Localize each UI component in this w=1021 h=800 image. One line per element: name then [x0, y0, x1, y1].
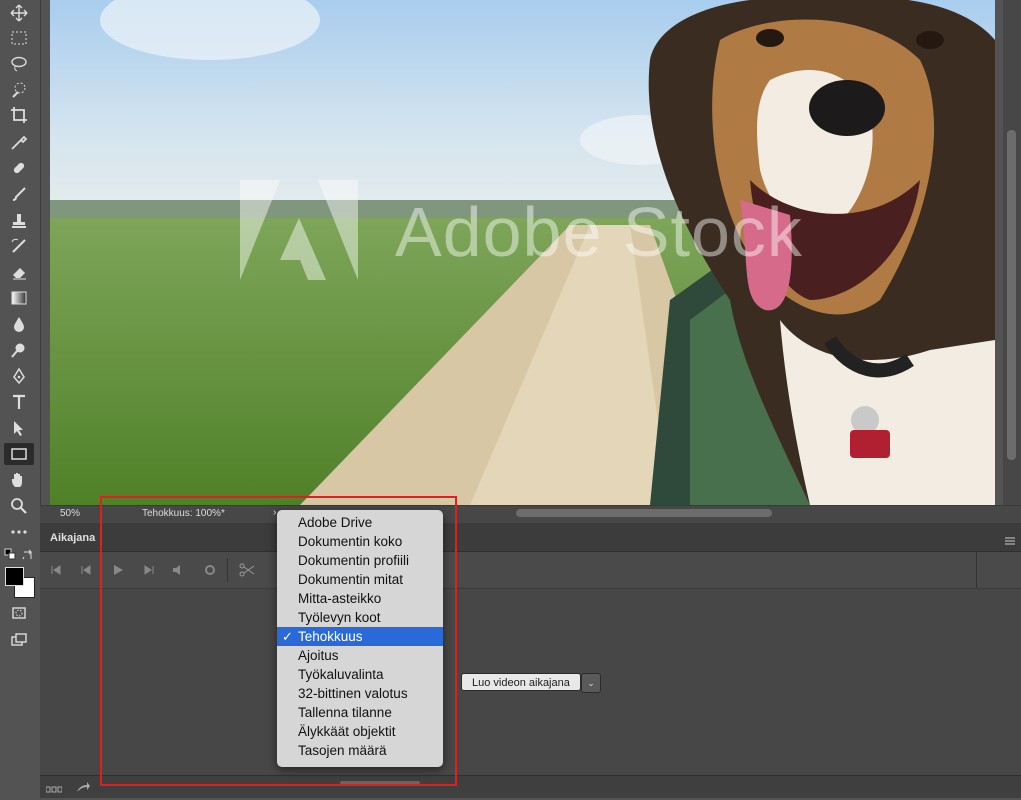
menu-item[interactable]: Mitta-asteikko	[277, 589, 443, 608]
create-video-timeline-button[interactable]: Luo videon aikajana	[461, 673, 581, 691]
first-frame-icon[interactable]	[48, 562, 64, 578]
brush-tool-icon[interactable]	[4, 183, 34, 205]
menu-item[interactable]: Dokumentin mitat	[277, 570, 443, 589]
vertical-scrollbar-thumb[interactable]	[1007, 130, 1016, 460]
timeline-controls	[40, 552, 1021, 589]
default-colors-icon[interactable]	[4, 547, 16, 560]
menu-item-label: Työkaluvalinta	[298, 667, 384, 682]
controls-divider-right	[976, 552, 977, 588]
crop-tool-icon[interactable]	[4, 104, 34, 126]
tools-panel	[0, 0, 41, 797]
lasso-tool-icon[interactable]	[4, 53, 34, 75]
status-menu-arrow-icon[interactable]: ›	[273, 507, 276, 518]
menu-item[interactable]: Dokumentin profiili	[277, 551, 443, 570]
adobe-logo-icon	[240, 180, 358, 280]
convert-to-frame-animation-icon[interactable]	[45, 782, 63, 793]
render-video-icon[interactable]	[76, 780, 90, 794]
clone-stamp-tool-icon[interactable]	[4, 209, 34, 231]
timeline-tab[interactable]: Aikajana	[50, 532, 95, 544]
adobe-stock-watermark: Adobe Stock	[240, 180, 803, 290]
menu-item[interactable]: ✓ Tehokkuus	[277, 627, 443, 646]
create-timeline-dropdown-icon[interactable]: ⌄	[581, 673, 601, 693]
foreground-color-swatch[interactable]	[5, 567, 24, 586]
quick-selection-tool-icon[interactable]	[4, 79, 34, 101]
menu-item[interactable]: Dokumentin koko	[277, 532, 443, 551]
controls-divider	[227, 558, 228, 582]
menu-item-label: Mitta-asteikko	[298, 591, 382, 606]
previous-frame-icon[interactable]	[78, 562, 94, 578]
status-info[interactable]: Tehokkuus: 100%*	[142, 508, 225, 519]
menu-item[interactable]: Työlevyn koot	[277, 608, 443, 627]
timeline-zoom-slider[interactable]	[340, 781, 420, 784]
gradient-tool-icon[interactable]	[4, 287, 34, 309]
blur-tool-icon[interactable]	[4, 313, 34, 335]
rectangle-tool-icon[interactable]	[4, 443, 34, 465]
menu-item-label: Tasojen määrä	[298, 743, 387, 758]
horizontal-scrollbar-thumb[interactable]	[516, 509, 772, 517]
menu-item[interactable]: Älykkäät objektit	[277, 722, 443, 741]
menu-item[interactable]: Tallenna tilanne	[277, 703, 443, 722]
eyedropper-tool-icon[interactable]	[4, 131, 34, 153]
document-canvas[interactable]: Adobe Stock	[50, 0, 995, 505]
timeline-panel: Aikajana Luo videon aikajana ⌄	[40, 523, 1021, 798]
menu-item-label: Ajoitus	[298, 648, 339, 663]
more-tools-icon[interactable]	[4, 521, 34, 543]
move-tool-icon[interactable]	[4, 2, 34, 24]
menu-item-label: Älykkäät objektit	[298, 724, 396, 739]
mute-audio-icon[interactable]	[170, 562, 186, 578]
menu-item[interactable]: Työkaluvalinta	[277, 665, 443, 684]
menu-item-label: Dokumentin koko	[298, 534, 403, 549]
eraser-tool-icon[interactable]	[4, 261, 34, 283]
zoom-level[interactable]: 50%	[60, 508, 80, 519]
path-selection-tool-icon[interactable]	[4, 417, 34, 439]
history-brush-tool-icon[interactable]	[4, 235, 34, 257]
zoom-tool-icon[interactable]	[4, 495, 34, 517]
menu-item-label: Tehokkuus	[298, 629, 363, 644]
menu-item-label: Dokumentin mitat	[298, 572, 404, 587]
split-at-playhead-icon[interactable]	[239, 562, 255, 578]
menu-item-label: Adobe Drive	[298, 515, 373, 530]
type-tool-icon[interactable]	[4, 391, 34, 413]
screen-mode-icon[interactable]	[4, 629, 34, 651]
playback-settings-icon[interactable]	[202, 562, 218, 578]
dodge-tool-icon[interactable]	[4, 339, 34, 361]
menu-item-label: Dokumentin profiili	[298, 553, 410, 568]
menu-item-label: 32-bittinen valotus	[298, 686, 408, 701]
menu-item[interactable]: Tasojen määrä	[277, 741, 443, 760]
next-frame-icon[interactable]	[141, 562, 157, 578]
panel-menu-icon[interactable]	[1005, 532, 1015, 545]
hand-tool-icon[interactable]	[4, 469, 34, 491]
pen-tool-icon[interactable]	[4, 365, 34, 387]
menu-item[interactable]: Adobe Drive	[277, 513, 443, 532]
play-icon[interactable]	[110, 562, 126, 578]
healing-brush-tool-icon[interactable]	[4, 157, 34, 179]
timeline-footer	[40, 775, 1021, 798]
timeline-header: Aikajana	[40, 523, 1021, 552]
quick-mask-icon[interactable]	[4, 602, 34, 624]
menu-item-label: Työlevyn koot	[298, 610, 381, 625]
menu-item-label: Tallenna tilanne	[298, 705, 392, 720]
marquee-tool-icon[interactable]	[4, 27, 34, 49]
menu-item[interactable]: Ajoitus	[277, 646, 443, 665]
menu-item[interactable]: 32-bittinen valotus	[277, 684, 443, 703]
swap-colors-icon[interactable]	[22, 548, 34, 560]
checkmark-icon: ✓	[282, 629, 293, 644]
status-info-menu: Adobe Drive Dokumentin koko Dokumentin pro…	[277, 510, 443, 767]
watermark-text: Adobe Stock	[395, 193, 803, 271]
